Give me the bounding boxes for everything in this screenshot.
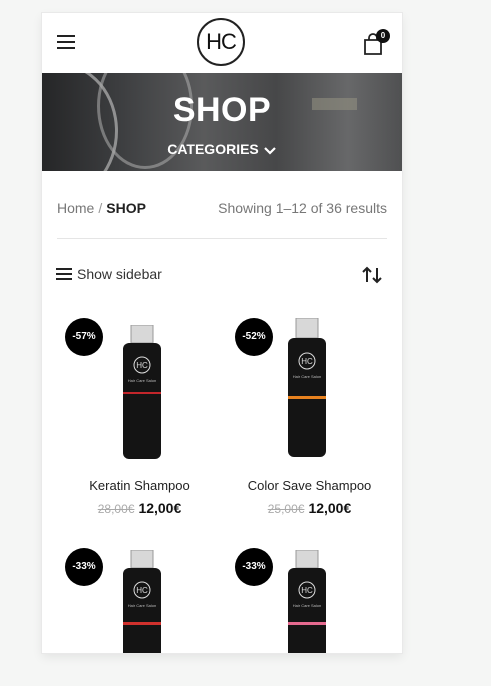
product-price: 28,00€ 12,00€ — [57, 500, 222, 516]
shop-hero-banner: SHOP CATEGORIES — [42, 73, 402, 171]
categories-label: CATEGORIES — [167, 141, 259, 157]
bottle-logo-text: HC — [301, 357, 313, 366]
product-name[interactable]: Color Save Shampoo — [227, 478, 392, 493]
mobile-page: HC 0 SHOP CATEGORIES Home / SHOP Showing 1… — [42, 13, 402, 653]
shampoo-bottle-image: HC Hair Care Salon — [288, 317, 326, 457]
page-title: SHOP — [172, 91, 272, 129]
shampoo-bottle-image: HC Hair Care Salon — [123, 549, 161, 653]
cart-count-badge: 0 — [376, 29, 390, 43]
shampoo-bottle-image: HC Hair Care Salon — [288, 549, 326, 653]
breadcrumb-current: SHOP — [106, 200, 146, 216]
sale-price: 12,00€ — [138, 500, 182, 516]
bottle-brand-text: Hair Care Salon — [128, 378, 156, 383]
product-image[interactable]: HC Hair Care Salon — [107, 324, 177, 465]
sort-icon[interactable] — [361, 265, 383, 285]
bottle-brand-text: Hair Care Salon — [293, 374, 321, 379]
bottle-stripe — [288, 396, 326, 399]
divider — [57, 238, 387, 239]
chevron-down-icon — [263, 147, 276, 155]
product-image[interactable]: HC Hair Care Salon — [107, 549, 177, 653]
discount-badge: -57% — [65, 318, 103, 356]
logo-text: HC — [206, 29, 237, 54]
site-header: HC 0 — [42, 13, 402, 73]
product-price: 25,00€ 12,00€ — [227, 500, 392, 516]
old-price: 28,00€ — [97, 502, 135, 516]
site-logo[interactable]: HC — [197, 18, 245, 66]
product-card[interactable]: -33% HC Hair Care Salon — [57, 540, 222, 653]
sale-price: 12,00€ — [308, 500, 352, 516]
shampoo-bottle-image: HC Hair Care Salon — [123, 324, 161, 459]
sidebar-menu-icon — [56, 268, 72, 280]
breadcrumb-home-link[interactable]: Home — [57, 200, 94, 216]
bottle-stripe — [288, 622, 326, 625]
hamburger-menu-icon[interactable] — [57, 34, 75, 50]
breadcrumb: Home / SHOP — [57, 200, 146, 216]
bottle-brand-text: Hair Care Salon — [293, 603, 321, 608]
product-name[interactable]: Keratin Shampoo — [57, 478, 222, 493]
old-price: 25,00€ — [267, 502, 305, 516]
breadcrumb-separator: / — [98, 200, 103, 216]
product-card[interactable]: -33% HC Hair Care Salon — [227, 540, 392, 653]
show-sidebar-button[interactable]: Show sidebar — [56, 266, 162, 282]
product-card[interactable]: -52% HC Hair Care Salon Color Save Shamp… — [227, 310, 392, 525]
product-card[interactable]: -57% HC Hair Care Salon Keratin Shampoo … — [57, 310, 222, 525]
product-image[interactable]: HC Hair Care Salon — [272, 549, 342, 653]
bottle-logo-text: HC — [301, 586, 313, 595]
bottle-logo-text: HC — [136, 361, 148, 370]
discount-badge: -33% — [65, 548, 103, 586]
discount-badge: -33% — [235, 548, 273, 586]
bottle-brand-text: Hair Care Salon — [128, 603, 156, 608]
discount-badge: -52% — [235, 318, 273, 356]
categories-dropdown[interactable]: CATEGORIES — [42, 141, 402, 157]
results-count: Showing 1–12 of 36 results — [218, 200, 387, 216]
product-image[interactable]: HC Hair Care Salon — [272, 317, 342, 463]
show-sidebar-label: Show sidebar — [77, 266, 162, 282]
bottle-stripe — [123, 622, 161, 625]
bottle-logo-text: HC — [136, 586, 148, 595]
bottle-stripe — [123, 392, 161, 394]
